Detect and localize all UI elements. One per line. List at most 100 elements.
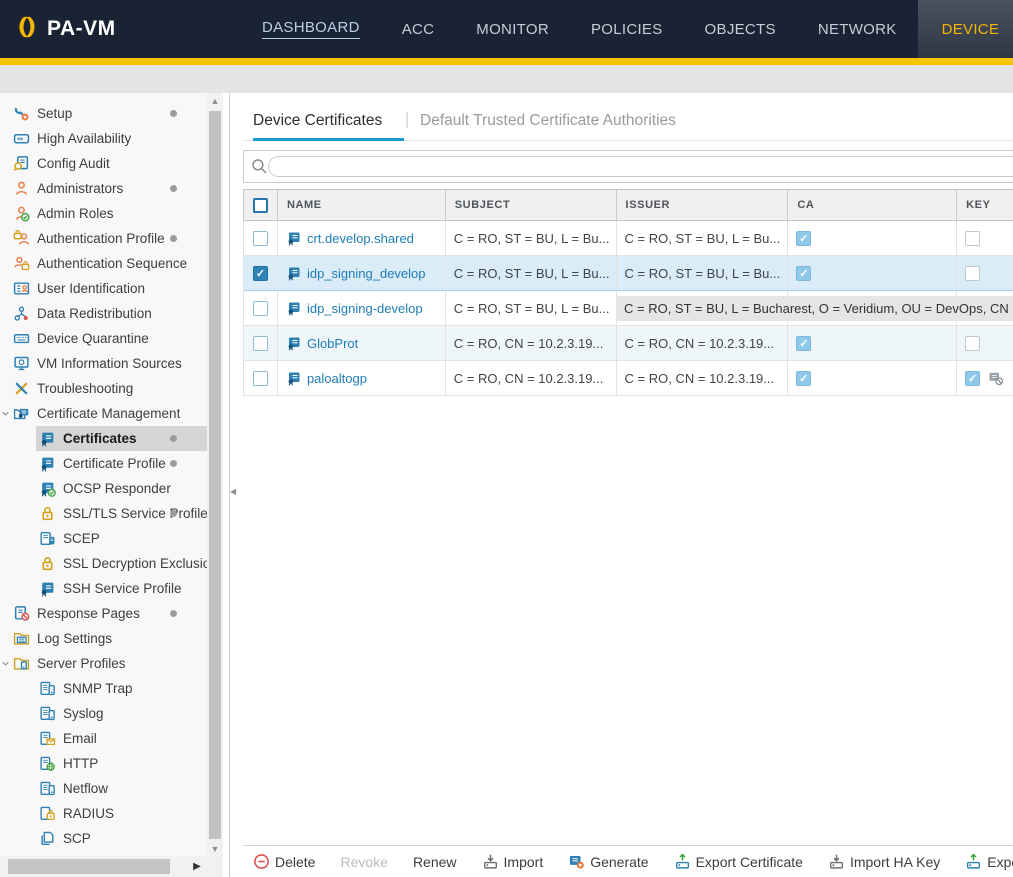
sidebar-vertical-scrollbar[interactable]: ▲ ▼: [207, 93, 223, 877]
ca-checkbox[interactable]: ✓: [796, 231, 811, 246]
sidebar-item-user-identification[interactable]: User Identification: [0, 276, 207, 301]
nav-tab-dashboard[interactable]: DASHBOARD: [241, 0, 381, 58]
sidebar-item-server-profiles[interactable]: Server Profiles: [0, 651, 207, 676]
row-checkbox[interactable]: [253, 301, 268, 316]
toolbar-renew-button[interactable]: Renew: [413, 854, 457, 870]
sidebar-item-scp[interactable]: SCP: [0, 826, 207, 851]
email-icon: [39, 730, 56, 747]
sidebar-item-radius[interactable]: RADIUS: [0, 801, 207, 826]
toolbar-delete-button[interactable]: Delete: [253, 853, 315, 870]
sidebar-item-snmp-trap[interactable]: SNMP Trap: [0, 676, 207, 701]
server-profiles-icon: [13, 655, 30, 672]
nav-tab-objects[interactable]: OBJECTS: [684, 0, 797, 58]
sidebar-item-authentication-profile[interactable]: Authentication Profile: [0, 226, 207, 251]
http-icon: [39, 755, 56, 772]
scroll-right-arrow-icon[interactable]: ▶: [189, 856, 205, 877]
search-field-outline: [268, 156, 1013, 177]
row-checkbox[interactable]: ✓: [253, 266, 268, 281]
table-row[interactable]: ✓idp_signing_developC = RO, ST = BU, L =…: [243, 256, 1013, 291]
table-row[interactable]: GlobProtC = RO, CN = 10.2.3.19...C = RO,…: [243, 326, 1013, 361]
export-icon: [674, 853, 691, 870]
sidebar-item-log-settings[interactable]: Log Settings: [0, 626, 207, 651]
sidebar-item-certificate-profile[interactable]: Certificate Profile: [0, 451, 207, 476]
key-checkbox[interactable]: [965, 266, 980, 281]
sidebar-item-high-availability[interactable]: High Availability: [0, 126, 207, 151]
nav-tab-monitor[interactable]: MONITOR: [455, 0, 570, 58]
table-row[interactable]: crt.develop.shared C = RO, ST = BU, L = B…: [243, 221, 1013, 256]
sidebar-collapse-handle[interactable]: ◀: [230, 483, 239, 501]
sidebar-item-label: SSL/TLS Service Profile: [63, 506, 207, 521]
delete-icon: [253, 853, 270, 870]
tab-default-trusted-cas[interactable]: Default Trusted Certificate Authorities: [420, 112, 676, 130]
sidebar-item-ssl-decryption-exclusion[interactable]: SSL Decryption Exclusion: [0, 551, 207, 576]
certificate-name-link[interactable]: idp_signing_develop: [307, 266, 426, 281]
horizontal-scroll-thumb[interactable]: [8, 859, 170, 874]
row-checkbox[interactable]: [253, 336, 268, 351]
sidebar-item-device-quarantine[interactable]: Device Quarantine: [0, 326, 207, 351]
sidebar-item-label: OCSP Responder: [63, 481, 171, 496]
table-row[interactable]: paloaltogpC = RO, CN = 10.2.3.19...C = R…: [243, 361, 1013, 396]
sidebar-item-scep[interactable]: SCEP: [0, 526, 207, 551]
sidebar-item-certificates[interactable]: Certificates: [36, 426, 207, 451]
sidebar-item-data-redistribution[interactable]: Data Redistribution: [0, 301, 207, 326]
scroll-up-arrow-icon[interactable]: ▲: [207, 93, 223, 109]
column-header-name[interactable]: NAME: [278, 190, 446, 220]
toolbar-button-label: Generate: [590, 854, 648, 870]
sidebar-item-administrators[interactable]: Administrators: [0, 176, 207, 201]
column-header-subject[interactable]: SUBJECT: [446, 190, 617, 220]
sidebar-item-syslog[interactable]: Syslog: [0, 701, 207, 726]
key-checkbox[interactable]: ✓: [965, 371, 980, 386]
sidebar-item-vm-information-sources[interactable]: VM Information Sources: [0, 351, 207, 376]
sidebar-item-ssh-service-profile[interactable]: SSH Service Profile: [0, 576, 207, 601]
certificate-icon: [286, 265, 302, 281]
scroll-down-arrow-icon[interactable]: ▼: [207, 841, 223, 857]
key-checkbox[interactable]: [965, 231, 980, 246]
sidebar-item-label: Troubleshooting: [37, 381, 133, 396]
sidebar-item-admin-roles[interactable]: Admin Roles: [0, 201, 207, 226]
tab-device-certificates[interactable]: Device Certificates: [253, 112, 382, 130]
column-header-ca[interactable]: CA: [788, 190, 957, 220]
sidebar-item-http[interactable]: HTTP: [0, 751, 207, 776]
sidebar-item-email[interactable]: Email: [0, 726, 207, 751]
ca-checkbox[interactable]: ✓: [796, 371, 811, 386]
sidebar-item-ocsp-responder[interactable]: OCSP Responder: [0, 476, 207, 501]
nav-tab-acc[interactable]: ACC: [381, 0, 456, 58]
server-doc-icon: [39, 680, 56, 697]
certificate-name-link[interactable]: GlobProt: [307, 336, 358, 351]
ca-checkbox[interactable]: ✓: [796, 336, 811, 351]
nav-tab-device[interactable]: DEVICE: [918, 0, 1013, 58]
key-checkbox[interactable]: [965, 336, 980, 351]
sidebar-item-ssl-tls-service-profile[interactable]: SSL/TLS Service Profile: [0, 501, 207, 526]
ca-checkbox[interactable]: ✓: [796, 266, 811, 281]
toolbar-export-ha-key-button[interactable]: Export HA Key: [965, 853, 1013, 870]
toolbar-import-ha-key-button[interactable]: Import HA Key: [828, 853, 940, 870]
nav-tab-network[interactable]: NETWORK: [797, 0, 918, 58]
brand-name: PA-VM: [47, 17, 116, 41]
toolbar-export-certificate-button[interactable]: Export Certificate: [674, 853, 803, 870]
certificate-name-link[interactable]: paloaltogp: [307, 371, 367, 386]
vertical-scroll-thumb[interactable]: [209, 111, 221, 839]
toolbar-import-button[interactable]: Import: [482, 853, 544, 870]
sidebar-item-troubleshooting[interactable]: Troubleshooting: [0, 376, 207, 401]
administrators-icon: [13, 180, 30, 197]
column-header-issuer[interactable]: ISSUER: [617, 190, 789, 220]
sidebar-item-config-audit[interactable]: Config Audit: [0, 151, 207, 176]
cell-issuer: C = RO, ST = BU, L = Bu...: [617, 221, 789, 255]
search-input[interactable]: [279, 158, 1003, 177]
sidebar-item-response-pages[interactable]: Response Pages: [0, 601, 207, 626]
certificate-icon: [39, 455, 56, 472]
sidebar-item-authentication-sequence[interactable]: Authentication Sequence: [0, 251, 207, 276]
admin-roles-icon: [13, 205, 30, 222]
certificate-name-link[interactable]: idp_signing-develop: [307, 301, 423, 316]
sidebar-item-netflow[interactable]: Netflow: [0, 776, 207, 801]
sidebar-item-certificate-management[interactable]: Certificate Management: [0, 401, 207, 426]
sidebar-horizontal-scrollbar[interactable]: ▶: [0, 856, 207, 877]
row-checkbox[interactable]: [253, 371, 268, 386]
row-checkbox[interactable]: [253, 231, 268, 246]
certificate-name-link[interactable]: crt.develop.shared: [307, 231, 414, 246]
column-header-key[interactable]: KEY: [957, 190, 1013, 220]
nav-tab-policies[interactable]: POLICIES: [570, 0, 684, 58]
toolbar-generate-button[interactable]: Generate: [568, 853, 648, 870]
select-all-checkbox[interactable]: [253, 198, 268, 213]
sidebar-item-setup[interactable]: Setup: [0, 101, 207, 126]
